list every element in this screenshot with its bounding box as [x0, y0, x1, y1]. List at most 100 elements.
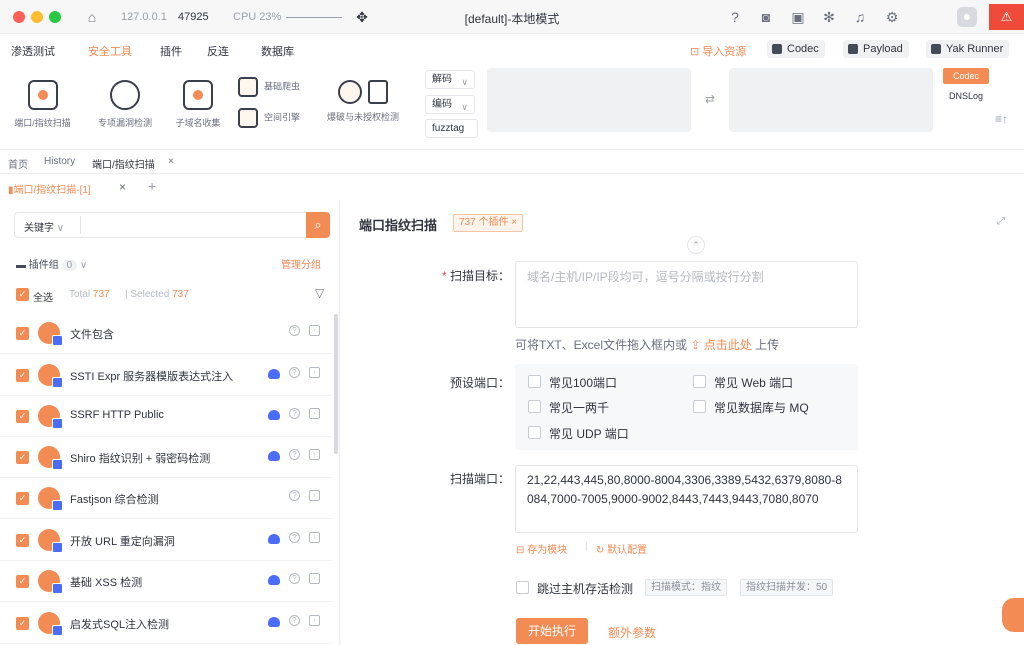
manage-groups-link[interactable]: 管理分组 — [281, 256, 321, 271]
preset-checkbox[interactable] — [693, 375, 706, 388]
yak-runner-button[interactable]: Yak Runner — [926, 40, 1010, 58]
dnslog-tab[interactable]: DNSLog — [943, 91, 989, 101]
preset-option[interactable]: 常见一两千 — [549, 399, 609, 416]
help-icon[interactable]: ? — [726, 8, 744, 26]
codec-input-box[interactable] — [487, 68, 691, 132]
terminal-icon[interactable]: › — [309, 325, 320, 336]
plugin-checkbox[interactable]: ✓ — [16, 327, 29, 340]
plugin-row[interactable]: ✓ 开放 URL 重定向漏洞 ? › — [0, 520, 332, 561]
terminal-icon[interactable]: › — [309, 490, 320, 501]
plugin-checkbox[interactable]: ✓ — [16, 451, 29, 464]
preset-checkbox[interactable] — [693, 400, 706, 413]
menu-item-pentest[interactable]: 渗透测试 — [11, 43, 55, 59]
plugin-checkbox[interactable]: ✓ — [16, 369, 29, 382]
filter-icon[interactable]: ▽ — [315, 286, 324, 300]
terminal-icon[interactable]: › — [309, 367, 320, 378]
plugin-row[interactable]: ✓ 文件包含 ? › — [0, 313, 332, 354]
skip-alive-label[interactable]: 跳过主机存活检测 — [537, 580, 633, 597]
help-icon[interactable]: ? — [289, 490, 300, 501]
menu-item-security-tools[interactable]: 安全工具 — [88, 43, 132, 59]
tab-port-scan[interactable]: 端口/指纹扫描 — [92, 156, 155, 171]
terminal-icon[interactable]: › — [309, 408, 320, 419]
help-icon[interactable]: ? — [289, 573, 300, 584]
codec-button[interactable]: Codec — [767, 40, 825, 58]
bug-icon[interactable]: ✻ — [820, 8, 838, 26]
subtab-port-scan-1[interactable]: ▮端口/指纹扫描-[1] — [8, 181, 91, 196]
preset-checkbox[interactable] — [528, 400, 541, 413]
plugin-count-tag[interactable]: 737 个插件 × — [453, 214, 524, 232]
close-tab-icon[interactable]: × — [168, 156, 174, 167]
tool-vuln-detect[interactable]: 专项漏洞检测 — [90, 80, 160, 129]
collapse-up-icon[interactable]: ⌃ — [687, 236, 705, 254]
preset-option[interactable]: 常见100端口 — [549, 374, 617, 391]
warning-icon[interactable]: ⚠ — [989, 4, 1024, 30]
tool-brute-force[interactable]: 爆破与未授权检测 — [318, 80, 408, 123]
plugin-row[interactable]: ✓ Fastjson 综合检测 ? › — [0, 478, 332, 519]
preset-option[interactable]: 常见 UDP 端口 — [549, 425, 629, 442]
swap-icon[interactable]: ⇄ — [705, 92, 715, 106]
tab-home[interactable]: 首页 — [8, 156, 28, 171]
extra-params-link[interactable]: 额外参数 — [608, 624, 656, 641]
collapse-ribbon-icon[interactable]: ≡↑ — [995, 112, 1008, 126]
terminal-icon[interactable]: › — [309, 615, 320, 626]
plugin-row[interactable]: ✓ 启发式SQL注入检测 ? › — [0, 603, 332, 644]
terminal-icon[interactable]: › — [309, 449, 320, 460]
upload-link[interactable]: ⇪ 点击此处 — [690, 338, 751, 352]
menu-item-reverse[interactable]: 反连 — [207, 43, 229, 59]
help-icon[interactable]: ? — [289, 615, 300, 626]
help-icon[interactable]: ? — [289, 408, 300, 419]
preset-option[interactable]: 常见数据库与 MQ — [714, 399, 809, 416]
help-icon[interactable]: ? — [289, 532, 300, 543]
fullscreen-icon[interactable]: ⤢ — [997, 216, 1005, 227]
decode-select[interactable]: 解码 ∨ — [425, 70, 475, 89]
search-type-select[interactable]: 关键字 ∨ — [24, 219, 64, 234]
fuzztag-button[interactable]: fuzztag — [425, 119, 478, 138]
codec-output-box[interactable] — [729, 68, 933, 132]
help-icon[interactable]: ? — [289, 325, 300, 336]
default-config-button[interactable]: ↻ 默认配置 — [596, 541, 647, 556]
terminal-icon[interactable]: ▣ — [789, 8, 807, 26]
tool-basic-crawler[interactable]: 基础爬虫 — [238, 77, 300, 97]
mascot-icon[interactable] — [1002, 598, 1024, 632]
plugin-group-select[interactable]: ▬ 插件组 0 ∨ — [16, 256, 87, 271]
search-icon[interactable]: ⌕ — [306, 212, 330, 238]
terminal-icon[interactable]: › — [309, 532, 320, 543]
codec-tab[interactable]: Codec — [943, 68, 989, 84]
plugin-checkbox[interactable]: ✓ — [16, 575, 29, 588]
encode-select[interactable]: 编码 ∨ — [425, 95, 475, 114]
plugin-list-scrollbar[interactable] — [334, 314, 338, 454]
save-template-button[interactable]: ⊟ 存为模块 — [516, 541, 567, 556]
plugin-checkbox[interactable]: ✓ — [16, 617, 29, 630]
plugin-row[interactable]: ✓ SSRF HTTP Public ? › — [0, 396, 332, 437]
import-resource-button[interactable]: ⊡ 导入资源 — [690, 43, 746, 59]
plugin-row[interactable]: ✓ SSTI Expr 服务器模版表达式注入 ? › — [0, 355, 332, 396]
notification-icon[interactable]: ♫ — [851, 8, 869, 26]
settings-icon[interactable]: ⚙ — [883, 8, 901, 26]
avatar[interactable]: ● — [957, 7, 977, 27]
plugin-row[interactable]: ✓ Shiro 指纹识别 + 弱密码检测 ? › — [0, 437, 332, 478]
terminal-icon[interactable]: › — [309, 573, 320, 584]
help-icon[interactable]: ? — [289, 449, 300, 460]
add-tab-icon[interactable]: + — [148, 178, 156, 194]
menu-item-database[interactable]: 数据库 — [261, 43, 294, 59]
start-scan-button[interactable]: 开始执行 — [516, 618, 588, 644]
select-all-checkbox[interactable]: ✓ — [16, 288, 29, 301]
plugin-checkbox[interactable]: ✓ — [16, 410, 29, 423]
tool-subdomain[interactable]: 子域名收集 — [168, 80, 228, 129]
plugin-checkbox[interactable]: ✓ — [16, 534, 29, 547]
screenshot-icon[interactable]: ◙ — [757, 8, 775, 26]
preset-option[interactable]: 常见 Web 端口 — [714, 374, 793, 391]
plugin-checkbox[interactable]: ✓ — [16, 492, 29, 505]
skip-alive-checkbox[interactable] — [516, 581, 529, 594]
menu-item-plugins[interactable]: 插件 — [160, 43, 182, 59]
preset-checkbox[interactable] — [528, 375, 541, 388]
plugin-row[interactable]: ✓ 基础 XSS 检测 ? › — [0, 561, 332, 602]
tool-port-scan[interactable]: 端口/指纹扫描 — [10, 80, 75, 129]
payload-button[interactable]: Payload — [843, 40, 909, 58]
tool-space-engine[interactable]: 空间引擎 — [238, 108, 300, 128]
select-all-label[interactable]: 全选 — [33, 289, 53, 304]
scan-ports-textarea[interactable]: 21,22,443,445,80,8000-8004,3306,3389,543… — [515, 465, 858, 533]
preset-checkbox[interactable] — [528, 426, 541, 439]
tab-history[interactable]: History — [44, 156, 75, 167]
close-subtab-icon[interactable]: × — [119, 180, 126, 194]
